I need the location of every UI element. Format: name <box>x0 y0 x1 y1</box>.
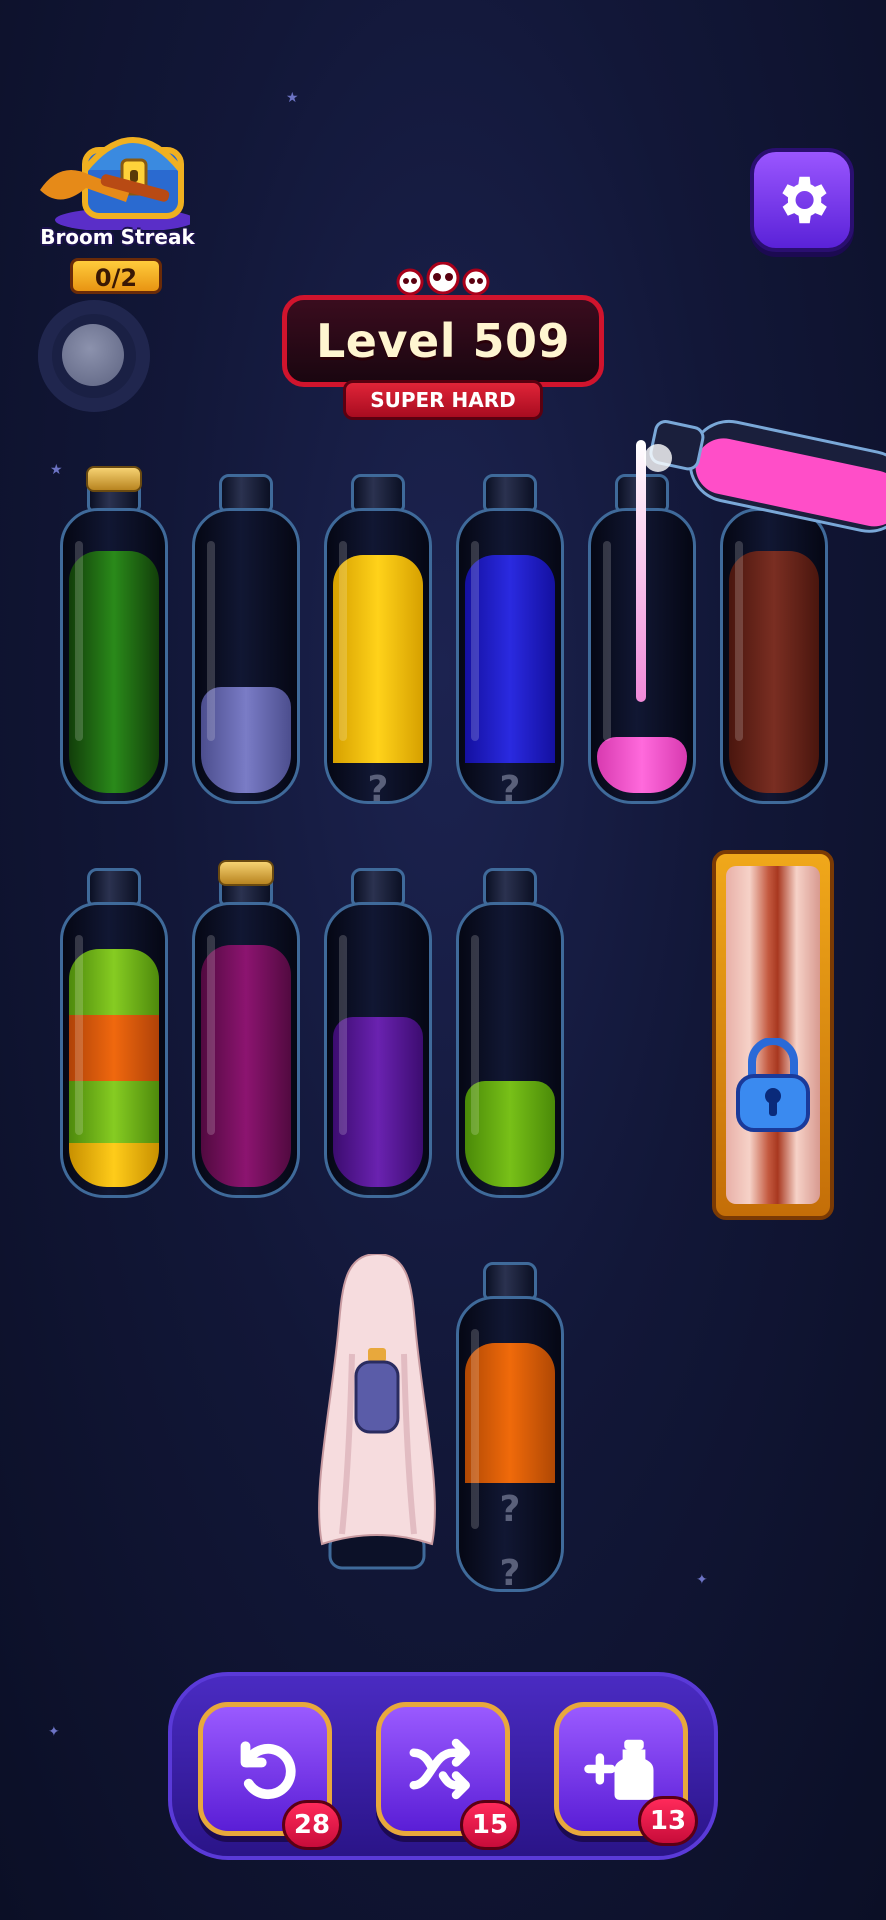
undo-icon <box>240 1741 296 1800</box>
bottle-9[interactable] <box>324 868 432 1208</box>
bottle-1[interactable] <box>60 466 168 814</box>
add-bottle-count-badge: 13 <box>638 1796 698 1846</box>
treasure-chest-icon <box>40 137 190 230</box>
level-banner: Level 509 <box>282 295 604 387</box>
bottle-icon <box>354 1348 400 1434</box>
level-title: Level 509 <box>316 314 570 368</box>
star-decoration: ✦ <box>48 1724 60 1740</box>
bottle-3[interactable]: ? <box>324 474 432 814</box>
cork-icon <box>86 466 142 492</box>
bottle-7[interactable] <box>60 868 168 1208</box>
bottle-8[interactable] <box>192 860 300 1208</box>
shuffle-icon <box>409 1738 470 1800</box>
lock-icon <box>736 1038 810 1132</box>
bottle-4[interactable]: ? <box>456 474 564 814</box>
broom-streak-label: Broom Streak <box>40 225 195 249</box>
joystick-knob[interactable] <box>62 324 124 386</box>
covered-bottle[interactable] <box>312 1252 442 1574</box>
add-bottle-icon <box>584 1739 654 1800</box>
bottle-10[interactable] <box>456 868 564 1208</box>
gear-icon <box>782 176 827 224</box>
difficulty-badge: SUPER HARD <box>343 380 543 420</box>
cork-icon <box>218 860 274 886</box>
broom-streak-count: 0/2 <box>70 258 162 294</box>
hidden-layer-marker: ? <box>499 1553 521 1592</box>
pouring-bottle <box>644 419 886 533</box>
locked-slot[interactable] <box>712 850 834 1220</box>
hidden-layer-marker: ? <box>499 769 521 804</box>
skulls-icon <box>396 262 490 296</box>
bottle-2[interactable] <box>192 474 300 814</box>
undo-count-badge: 28 <box>282 1800 342 1850</box>
shuffle-count-badge: 15 <box>460 1800 520 1850</box>
hidden-layer-marker: ? <box>367 769 389 804</box>
bottle-12[interactable]: ? ? <box>456 1262 564 1602</box>
star-decoration: ★ <box>286 90 299 106</box>
settings-button[interactable] <box>750 148 854 252</box>
star-decoration: ✦ <box>696 1572 708 1588</box>
